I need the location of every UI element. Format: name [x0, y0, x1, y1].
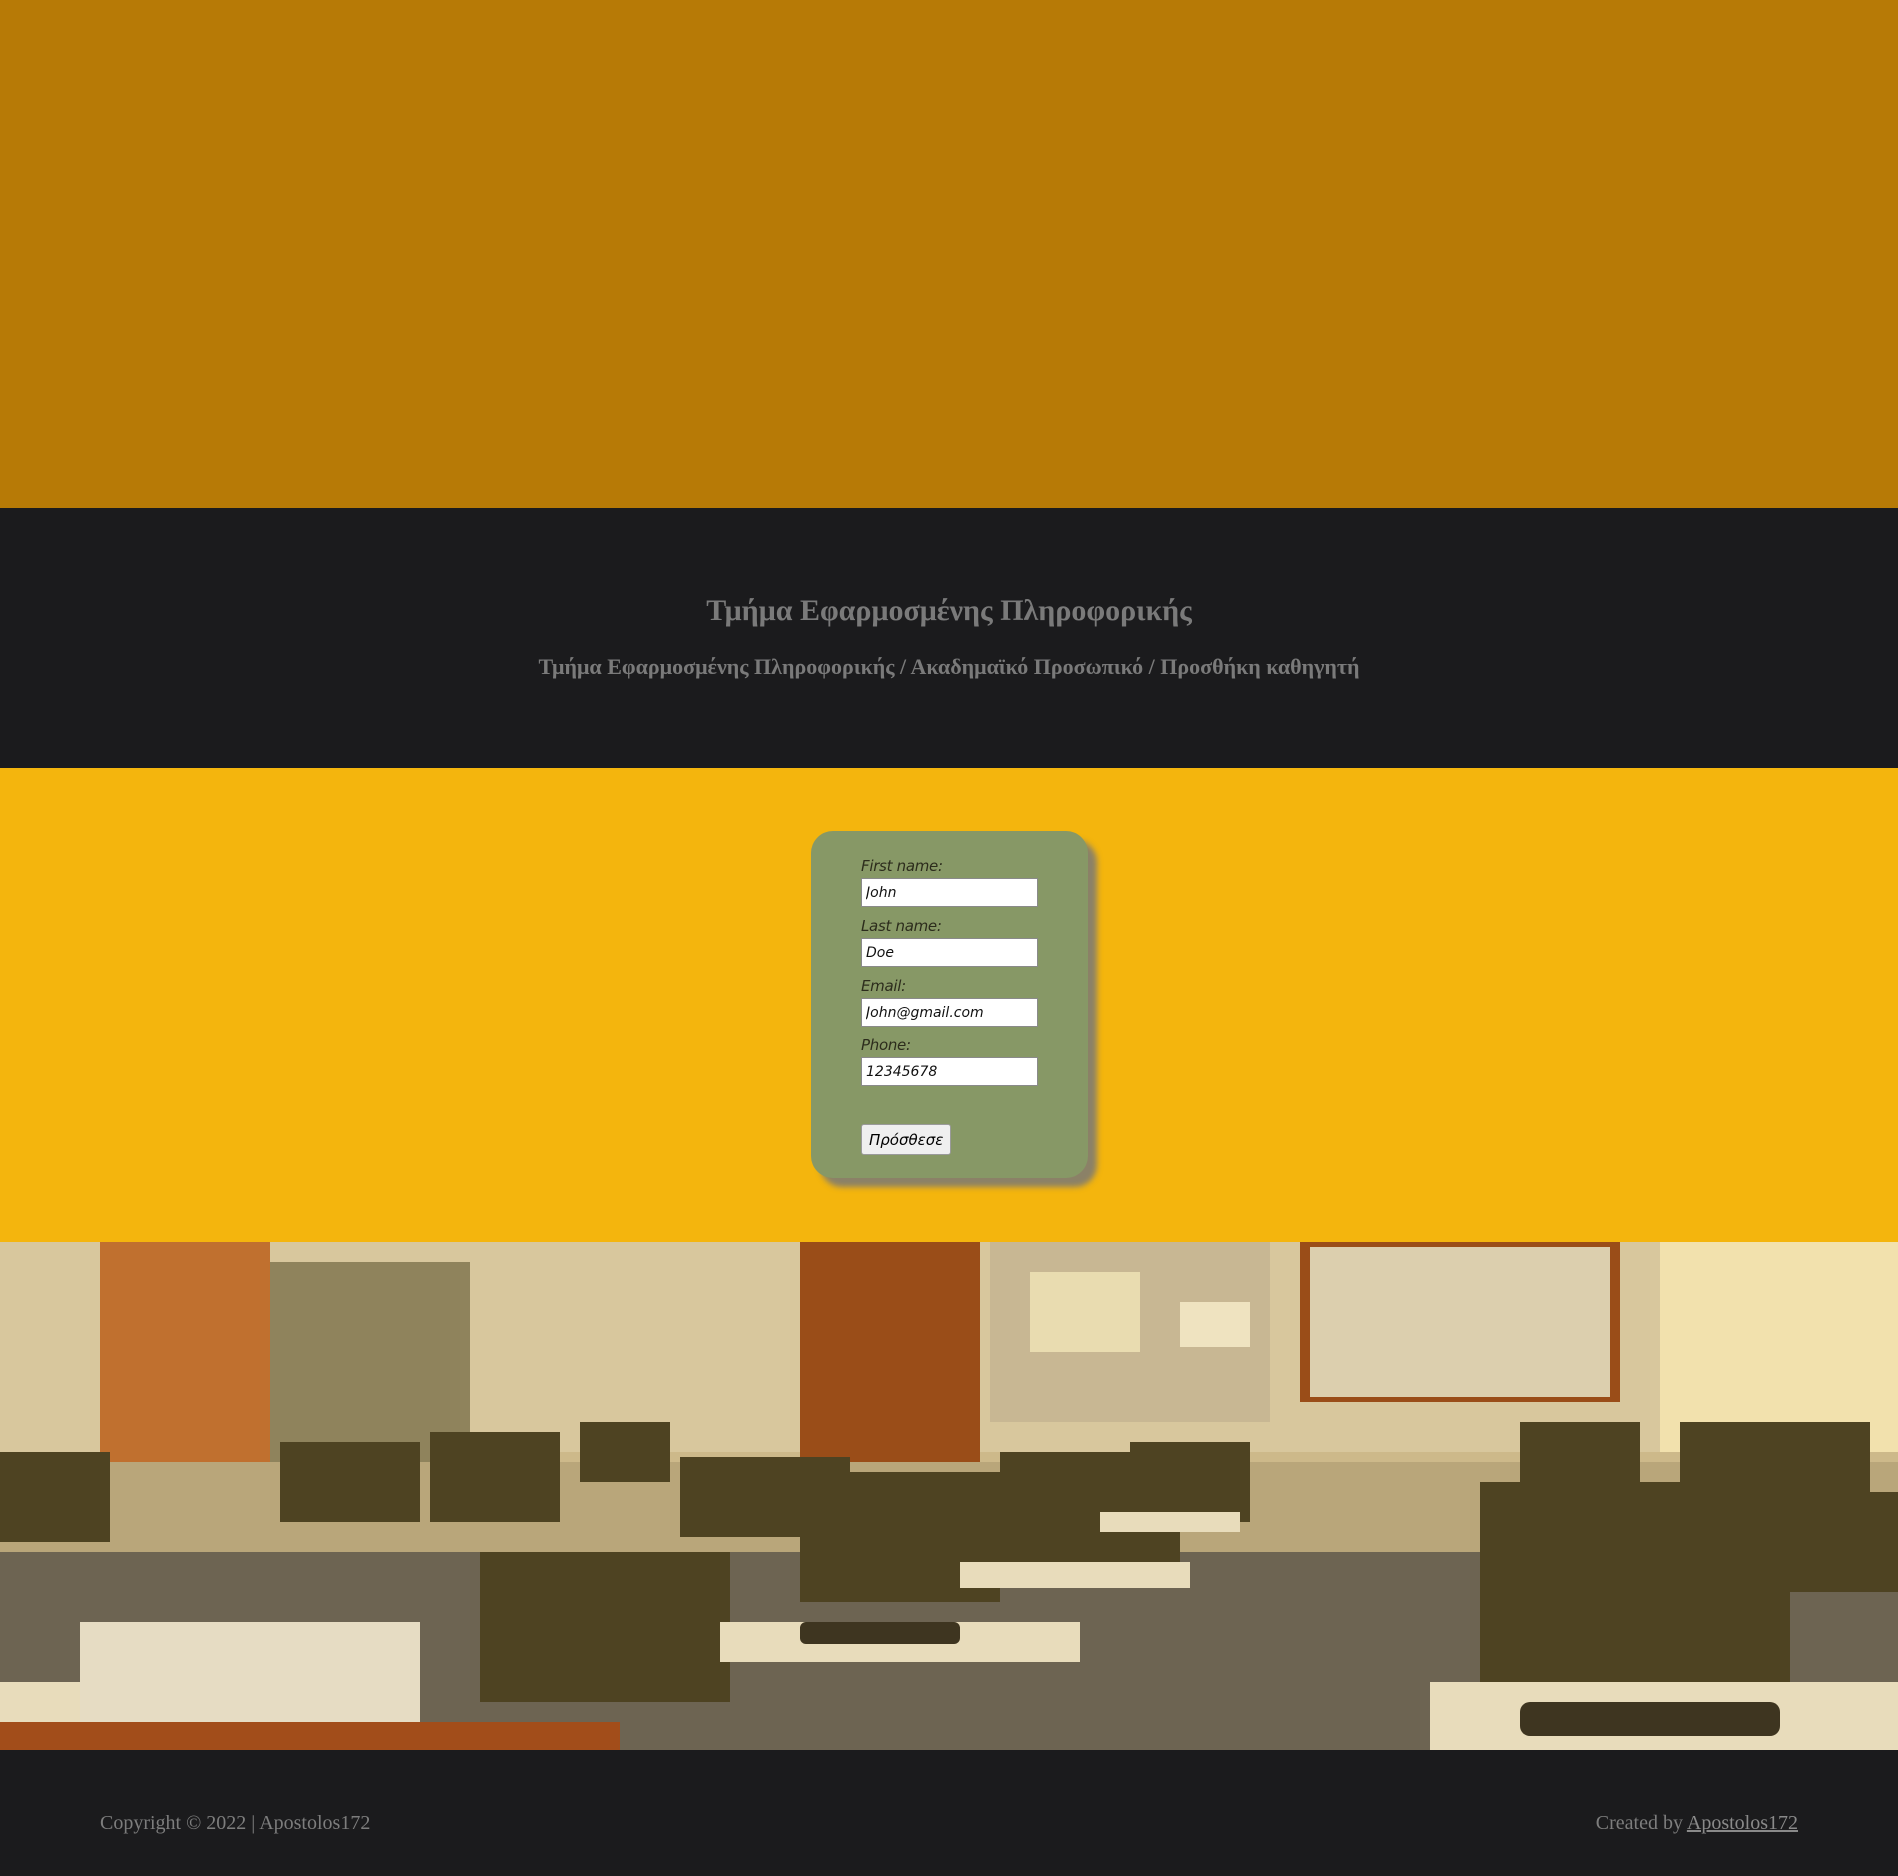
email-label: Email:: [861, 977, 906, 995]
computer-lab-illustration: [0, 1242, 1898, 1750]
author-link[interactable]: Apostolos172: [1687, 1812, 1798, 1834]
email-field[interactable]: [861, 998, 1038, 1027]
add-professor-form: First name: Last name: Email: Phone: Πρό…: [811, 831, 1088, 1178]
last-name-field[interactable]: [861, 938, 1038, 967]
computer-lab-photo: [0, 1242, 1898, 1750]
first-name-field[interactable]: [861, 878, 1038, 907]
top-banner: [0, 0, 1898, 508]
page-header: Τμήμα Εφαρμοσμένης Πληροφορικής Τμήμα Εφ…: [0, 508, 1898, 768]
last-name-label: Last name:: [861, 917, 942, 935]
add-button[interactable]: Πρόσθεσε: [861, 1124, 952, 1155]
phone-label: Phone:: [861, 1036, 911, 1054]
first-name-label: First name:: [861, 857, 943, 875]
breadcrumb: Τμήμα Εφαρμοσμένης Πληροφορικής / Ακαδημ…: [538, 654, 1360, 679]
copyright-text: Copyright © 2022 | Apostolos172: [100, 1812, 371, 1834]
form-section: First name: Last name: Email: Phone: Πρό…: [0, 768, 1898, 1242]
created-by-prefix: Created by: [1595, 1812, 1687, 1834]
page-title: Τμήμα Εφαρμοσμένης Πληροφορικής: [706, 594, 1192, 627]
created-by: Created by Apostolos172: [1596, 1812, 1798, 1835]
phone-field[interactable]: [861, 1057, 1038, 1086]
page-footer: Copyright © 2022 | Apostolos172 Created …: [0, 1750, 1898, 1876]
